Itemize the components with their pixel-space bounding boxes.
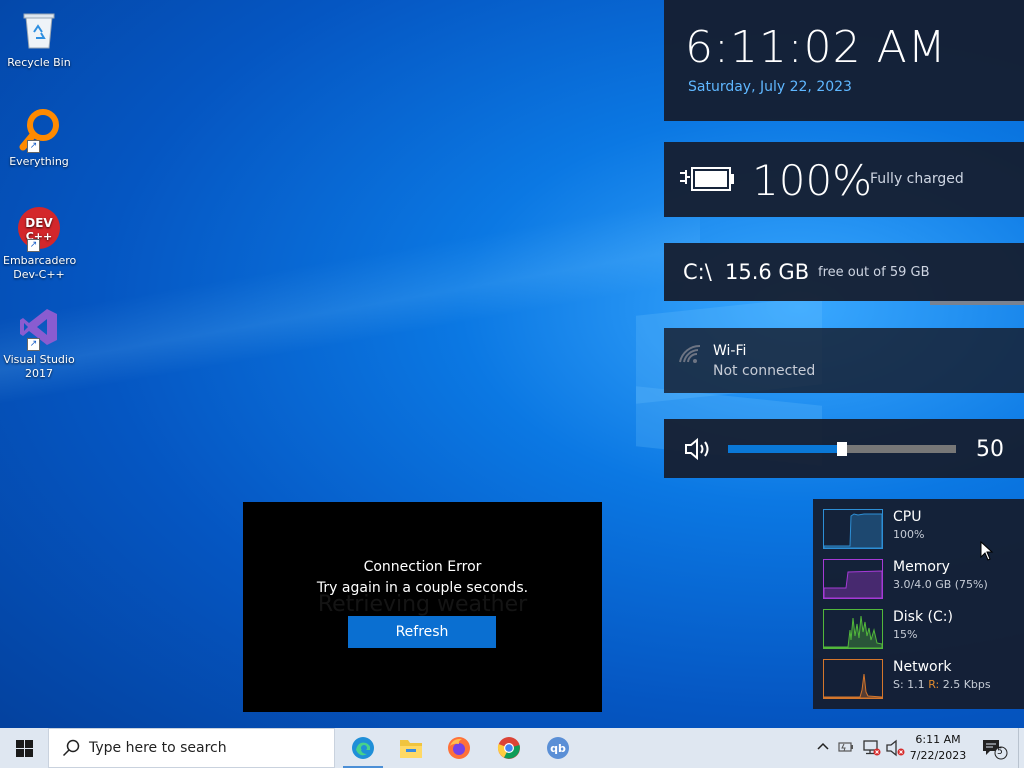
desktop-icon-dev-cpp[interactable]: DEV C++ ↗ Embarcadero Dev-C++	[3, 206, 77, 282]
disk-usage-bar	[930, 301, 1024, 305]
perf-name: Network	[893, 659, 952, 675]
taskbar-app-file-explorer[interactable]	[387, 728, 435, 768]
notification-count: 5	[997, 747, 1003, 757]
battery-status: Fully charged	[870, 171, 964, 187]
svg-text:DEV: DEV	[25, 216, 53, 230]
notification-icon	[983, 740, 1008, 760]
network-recv-label: R:	[928, 678, 940, 691]
network-send-value: S: 1.1	[893, 678, 929, 691]
desktop-icon-label: Embarcadero Dev-C++	[3, 254, 77, 281]
wifi-disconnected-icon	[678, 344, 702, 368]
tray-overflow-button[interactable]	[814, 728, 832, 768]
wifi-name: Wi-Fi	[713, 343, 747, 359]
performance-monitor-panel: CPU 100% Memory 3.0/4.0 GB (75%) Disk (C…	[813, 499, 1024, 709]
tray-date: 7/22/2023	[909, 749, 967, 762]
tray-battery[interactable]	[836, 728, 856, 768]
file-explorer-icon	[400, 740, 422, 758]
dialog-message: Try again in a couple seconds.	[316, 580, 529, 596]
action-center-button[interactable]: 5	[978, 728, 1008, 768]
disk-total-space: free out of 59 GB	[818, 265, 930, 280]
desktop-icon-recycle-bin[interactable]: Recycle Bin	[3, 8, 75, 70]
tray-volume[interactable]	[884, 728, 906, 768]
chevron-up-icon	[817, 742, 829, 750]
taskbar-app-chrome[interactable]	[485, 728, 533, 768]
mouse-cursor-icon	[980, 540, 994, 565]
wifi-status: Not connected	[713, 363, 816, 379]
speaker-icon[interactable]	[684, 437, 712, 465]
windows-logo-icon	[16, 740, 33, 757]
clock-time: 6:11:02 AM	[685, 22, 947, 73]
taskbar-app-edge[interactable]	[339, 728, 387, 768]
tray-network[interactable]	[860, 728, 882, 768]
perf-name: Disk (C:)	[893, 609, 953, 625]
qbittorrent-icon: qb	[547, 737, 569, 759]
chrome-icon	[497, 737, 520, 759]
tray-time: 6:11 AM	[915, 733, 961, 746]
start-button[interactable]	[0, 728, 48, 768]
everything-search-icon: ↗	[17, 107, 61, 153]
desktop-icon-visual-studio[interactable]: ↗ Visual Studio 2017	[3, 305, 75, 381]
perf-name: CPU	[893, 509, 922, 525]
desktop-icon-label: Recycle Bin	[7, 56, 71, 69]
network-disconnected-icon	[863, 740, 881, 756]
desktop-icon-label: Visual Studio 2017	[3, 353, 75, 380]
clock-date: Saturday, July 22, 2023	[688, 79, 852, 95]
volume-slider[interactable]	[728, 442, 956, 456]
volume-value: 50	[976, 437, 1004, 462]
search-placeholder: Type here to search	[89, 740, 227, 756]
taskbar-search-box[interactable]: Type here to search	[48, 728, 335, 768]
disk-free-space: 15.6 GB	[725, 260, 810, 284]
dialog-title: Connection Error	[363, 559, 482, 575]
network-graph	[823, 659, 883, 699]
volume-muted-icon	[886, 739, 905, 757]
firefox-icon	[448, 737, 470, 759]
desktop-icon-everything[interactable]: ↗ Everything	[3, 107, 75, 169]
perf-name: Memory	[893, 559, 950, 575]
taskbar-app-qbittorrent[interactable]: qb	[534, 728, 582, 768]
disk-graph	[823, 609, 883, 649]
perf-row-network[interactable]: Network S: 1.1 R: 2.5 Kbps	[823, 659, 1023, 701]
shortcut-arrow-icon: ↗	[27, 140, 40, 153]
visual-studio-icon: ↗	[17, 305, 61, 351]
shortcut-arrow-icon: ↗	[27, 239, 40, 252]
perf-row-disk[interactable]: Disk (C:) 15%	[823, 609, 1023, 651]
volume-slider-fill	[728, 445, 842, 453]
taskbar: Type here to search qb 6:11 AM 7/22/2023…	[0, 728, 1024, 768]
memory-graph	[823, 559, 883, 599]
show-desktop-button[interactable]	[1018, 728, 1024, 768]
svg-text:qb: qb	[550, 742, 566, 755]
battery-tray-icon	[838, 742, 853, 752]
recycle-bin-icon	[17, 8, 61, 52]
wallpaper-light-ray	[0, 150, 700, 450]
disk-drive-label: C:\	[683, 260, 712, 284]
taskbar-app-firefox[interactable]	[435, 728, 483, 768]
perf-value: 3.0/4.0 GB (75%)	[893, 578, 988, 591]
dev-cpp-icon: DEV C++ ↗	[17, 206, 61, 252]
tray-clock[interactable]: 6:11 AM 7/22/2023	[905, 732, 971, 764]
perf-value: S: 1.1 R: 2.5 Kbps	[893, 678, 991, 691]
shortcut-arrow-icon: ↗	[27, 338, 40, 351]
network-recv-value: 2.5 Kbps	[939, 678, 991, 691]
search-icon	[62, 739, 80, 757]
perf-value: 15%	[893, 628, 918, 641]
volume-slider-thumb[interactable]	[837, 442, 847, 456]
battery-charging-icon	[680, 164, 736, 198]
refresh-button[interactable]: Refresh	[348, 616, 496, 648]
perf-row-memory[interactable]: Memory 3.0/4.0 GB (75%)	[823, 559, 1023, 601]
battery-percent: 100%	[752, 156, 873, 205]
weather-error-dialog: Retrieving weather Connection Error Try …	[243, 502, 602, 712]
wifi-widget	[664, 328, 1024, 393]
edge-icon	[352, 737, 374, 759]
desktop-icon-label: Everything	[9, 155, 69, 168]
cpu-graph	[823, 509, 883, 549]
perf-value: 100%	[893, 528, 925, 541]
